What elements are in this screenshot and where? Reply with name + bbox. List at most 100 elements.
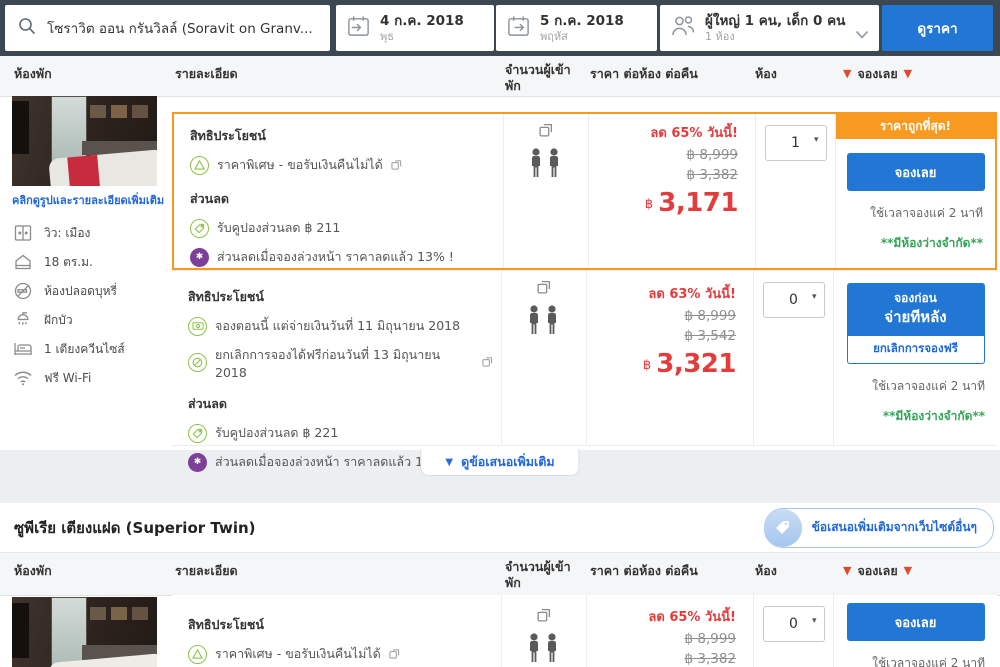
search-topbar: โซราวิต ออน กรันวิลล์ (Soravit on Granv.…: [0, 0, 1000, 56]
amenity-bed: 1 เตียงควีนไซส์: [12, 339, 164, 359]
rate-table-section: ห้องพัก รายละเอียด จำนวนผู้เข้าพัก ราคา …: [0, 56, 1000, 450]
benefit-pay-later: จองตอนนี้ แต่จ่ายเงินวันที่ 11 มิถุนายน …: [188, 316, 493, 336]
sort-desc-icon[interactable]: ▼: [843, 564, 851, 578]
rate-table-header: ห้องพัก รายละเอียด จำนวนผู้เข้าพัก ราคา …: [0, 56, 1000, 97]
free-cancel-icon: [188, 353, 207, 372]
more-offers-button[interactable]: ▼ ดูข้อเสนอเพิ่มเติม: [420, 449, 579, 476]
deal-badge: ลด 65% วันนี้!: [589, 122, 738, 143]
col-details-header: รายละเอียด: [175, 66, 238, 82]
offer1-rooms: 1 ▾: [755, 114, 835, 268]
offer-book: จองเลย ใช้เวลาจองแค่ 2 นาที: [833, 595, 997, 667]
occupancy-selector[interactable]: ผู้ใหญ่ 1 คน, เด็ก 0 คน 1 ห้อง: [660, 5, 879, 51]
no-smoking-icon: [12, 281, 34, 301]
room-type-title: ซูพีเรีย เตียงแฝด (Superior Twin): [14, 516, 764, 540]
benefits-title: สิทธิประโยชน์: [188, 615, 493, 635]
adults-icon: [525, 305, 563, 340]
max-occupancy-icon[interactable]: [538, 122, 554, 142]
amenity-shower: ฝักบัว: [12, 310, 164, 330]
offer2-occupancy: [501, 271, 586, 445]
benefit-free-cancel[interactable]: ยกเลิกการจองได้ฟรีก่อนวันที่ 13 มิถุนายน…: [188, 345, 493, 380]
hotel-booking-page: โซราวิต ออน กรันวิลล์ (Soravit on Granv.…: [0, 0, 1000, 667]
discount-coupon: รับคูปองส่วนลด ฿ 221: [188, 423, 493, 443]
price-previous: ฿ 3,542: [587, 328, 736, 344]
col-price-header: ราคา ต่อห้อง ต่อคืน: [590, 66, 698, 82]
room-photo-link[interactable]: คลิกดูรูปและรายละเอียดเพิ่มเติม: [12, 191, 164, 209]
best-price-banner: ราคาถูกที่สุด!: [836, 114, 995, 139]
offer-row-superior-twin: สิทธิประโยชน์ ราคาพิเศษ - ขอรับเงินคืนไม…: [172, 595, 997, 667]
offer2-price: ลด 63% วันนี้! ฿ 8,999 ฿ 3,542 ฿ 3,321: [586, 271, 753, 445]
hotel-search-value: โซราวิต ออน กรันวิลล์ (Soravit on Granv.…: [47, 17, 313, 39]
offer1-occupancy: [503, 114, 588, 268]
adults-icon: [525, 633, 563, 667]
free-cancellation-button[interactable]: ยกเลิกการจองฟรี: [847, 336, 985, 364]
price-tag-icon: [764, 509, 802, 547]
other-sites-offers-button[interactable]: ข้อเสนอเพิ่มเติมจากเว็บไซต์อื่นๆ: [764, 508, 994, 548]
amenity-view: วิว: เมือง: [12, 223, 164, 243]
offer2-book: จองก่อน จ่ายทีหลัง ยกเลิกการจองฟรี ใช้เว…: [833, 271, 997, 445]
discount-title: ส่วนลด: [190, 189, 495, 209]
offer1-details: สิทธิประโยชน์ ราคาพิเศษ - ขอรับเงินคืนไม…: [174, 114, 503, 268]
rooms-quantity-select[interactable]: 1 ▾: [765, 125, 827, 161]
price-original: ฿ 8,999: [587, 308, 736, 324]
amenity-list: วิว: เมือง 18 ตร.ม. ห้องปลอดบุหรี่ ฝักบั…: [12, 223, 164, 388]
benefit-nonrefundable[interactable]: ราคาพิเศษ - ขอรับเงินคืนไม่ได้: [188, 644, 493, 664]
checkin-date-field[interactable]: 4 ก.ค. 2018 พุธ: [336, 5, 494, 51]
rooms-quantity-select[interactable]: 0 ▾: [763, 282, 825, 318]
benefits-title: สิทธิประโยชน์: [188, 287, 493, 307]
amenity-size: 18 ตร.ม.: [12, 252, 164, 272]
dropdown-caret-icon: ▾: [812, 616, 817, 626]
availability-note: **มีห้องว่างจำกัด**: [836, 234, 995, 253]
room-size-icon: [12, 252, 34, 272]
booking-time-note: ใช้เวลาจองแค่ 2 นาที: [834, 377, 997, 396]
room-photo[interactable]: [12, 597, 157, 667]
price-original: ฿ 8,999: [587, 631, 736, 647]
wifi-icon: [12, 370, 34, 386]
pay-later-icon: [188, 317, 207, 336]
col-book-header[interactable]: ▼ จองเลย ▼: [843, 563, 912, 579]
checkin-day: พุธ: [380, 30, 464, 44]
sort-desc-icon[interactable]: ▼: [904, 564, 912, 578]
shower-icon: [12, 310, 34, 330]
discount-title: ส่วนลด: [188, 394, 493, 414]
rooms-quantity-select[interactable]: 0 ▾: [763, 606, 825, 642]
offer-occupancy: [501, 595, 586, 667]
book-now-pay-later-button[interactable]: จองก่อน จ่ายทีหลัง: [847, 283, 985, 336]
dropdown-caret-icon: ▾: [812, 292, 817, 302]
deal-badge: ลด 63% วันนี้!: [587, 283, 736, 304]
deal-badge: ลด 65% วันนี้!: [587, 606, 736, 627]
book-now-button[interactable]: จองเลย: [847, 603, 985, 641]
promo-star-icon: ✱: [190, 248, 209, 267]
sort-desc-icon[interactable]: ▼: [904, 67, 912, 81]
price-previous: ฿ 3,382: [587, 651, 736, 667]
checkout-date-field[interactable]: 5 ก.ค. 2018 พฤหัส: [496, 5, 657, 51]
coupon-icon: [188, 424, 207, 443]
book-now-button[interactable]: จองเลย: [847, 153, 985, 191]
external-link-icon: [482, 355, 493, 370]
room-photo[interactable]: [12, 96, 157, 186]
col-occupancy-header: จำนวนผู้เข้าพัก: [505, 62, 583, 93]
benefit-nonrefundable[interactable]: ราคาพิเศษ - ขอรับเงินคืนไม่ได้: [190, 155, 495, 175]
room-count: 1 ห้อง: [705, 30, 845, 44]
offer-price: ลด 65% วันนี้! ฿ 8,999 ฿ 3,382: [586, 595, 753, 667]
sort-desc-icon[interactable]: ▼: [843, 67, 851, 81]
checkout-day: พฤหัส: [540, 30, 624, 44]
col-book-header[interactable]: ▼ จองเลย ▼: [843, 66, 912, 82]
discount-early-bird: ✱ ส่วนลดเมื่อจองล่วงหน้า ราคาลดแล้ว 13% …: [190, 247, 495, 267]
nonrefundable-icon: [190, 156, 209, 175]
max-occupancy-icon[interactable]: [536, 607, 552, 627]
room-summary: คลิกดูรูปและรายละเอียดเพิ่มเติม วิว: เมื…: [12, 96, 164, 397]
external-link-icon: [389, 647, 400, 662]
occupancy-summary: ผู้ใหญ่ 1 คน, เด็ก 0 คน: [705, 13, 845, 30]
rate-table-header-2: ห้องพัก รายละเอียด จำนวนผู้เข้าพัก ราคา …: [0, 553, 1000, 596]
check-price-button[interactable]: ดูราคา: [882, 5, 993, 51]
price-current: ฿ 3,171: [589, 188, 738, 218]
hotel-search-input[interactable]: โซราวิต ออน กรันวิลล์ (Soravit on Granv.…: [5, 5, 330, 51]
search-icon: [17, 16, 37, 40]
nonrefundable-icon: [188, 645, 207, 664]
coupon-icon: [190, 219, 209, 238]
offer-row-2: สิทธิประโยชน์ จองตอนนี้ แต่จ่ายเงินวันที…: [172, 270, 997, 446]
offer1-price: ลด 65% วันนี้! ฿ 8,999 ฿ 3,382 ฿ 3,171: [588, 114, 755, 268]
window-view-icon: [12, 223, 34, 243]
max-occupancy-icon[interactable]: [536, 279, 552, 299]
bed-icon: [12, 339, 34, 359]
